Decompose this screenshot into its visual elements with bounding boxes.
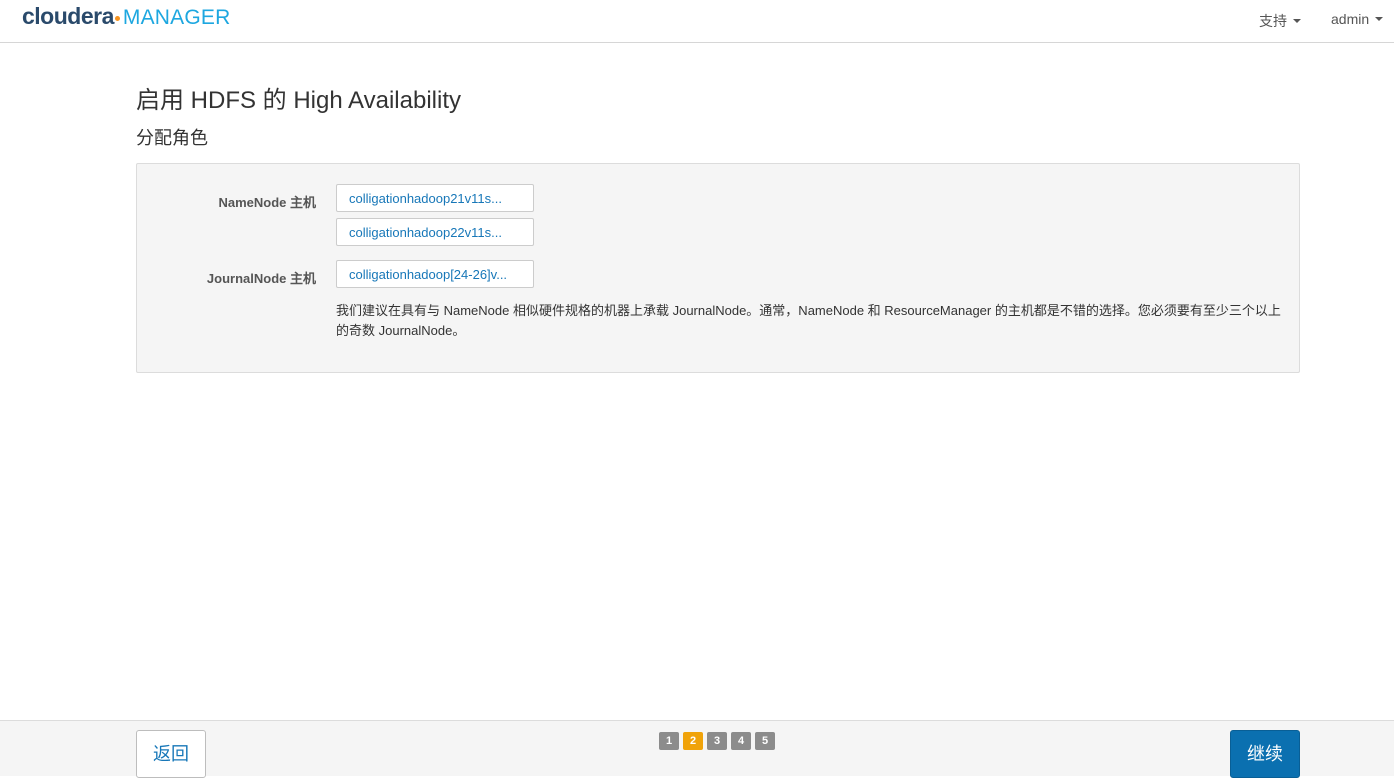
caret-down-icon [1293, 19, 1301, 23]
wizard-footer: 返回 1 2 3 4 5 继续 [0, 720, 1394, 778]
logo-brand: cloudera [22, 3, 114, 29]
namenode-host-selector-1[interactable]: colligationhadoop21v11s... [336, 184, 534, 212]
caret-down-icon [1375, 17, 1384, 21]
journalnode-help-text: 我们建议在具有与 NameNode 相似硬件规格的机器上承载 JournalNo… [336, 303, 1281, 338]
user-menu-label: admin [1331, 11, 1370, 27]
namenode-host-selector-2[interactable]: colligationhadoop22v11s... [336, 218, 534, 246]
step-5[interactable]: 5 [755, 732, 775, 750]
step-3[interactable]: 3 [707, 732, 727, 750]
support-menu[interactable]: 支持 [1259, 11, 1301, 31]
journalnode-host-selector[interactable]: colligationhadoop[24-26]v... [336, 260, 534, 288]
step-4[interactable]: 4 [731, 732, 751, 750]
logo-product: MANAGER [122, 6, 231, 29]
page-subtitle: 分配角色 [136, 128, 208, 148]
page-title: 启用 HDFS 的 High Availability [136, 87, 461, 114]
step-2-current[interactable]: 2 [683, 732, 703, 750]
user-menu[interactable]: admin [1331, 11, 1384, 27]
namenode-host-label: NameNode 主机 [218, 195, 316, 210]
journalnode-host-label: JournalNode 主机 [206, 271, 316, 286]
cloudera-manager-logo[interactable]: cloudera MANAGER [22, 3, 230, 33]
back-button[interactable]: 返回 [136, 730, 206, 778]
assign-roles-panel: NameNode 主机 colligationhadoop21v11s... c… [136, 163, 1300, 373]
continue-button[interactable]: 继续 [1230, 730, 1300, 778]
top-navbar: cloudera MANAGER 支持 admin [0, 0, 1394, 43]
support-menu-label: 支持 [1259, 13, 1287, 29]
step-1[interactable]: 1 [659, 732, 679, 750]
wizard-steps: 1 2 3 4 5 [659, 732, 775, 750]
logo-dot-icon [114, 16, 120, 21]
